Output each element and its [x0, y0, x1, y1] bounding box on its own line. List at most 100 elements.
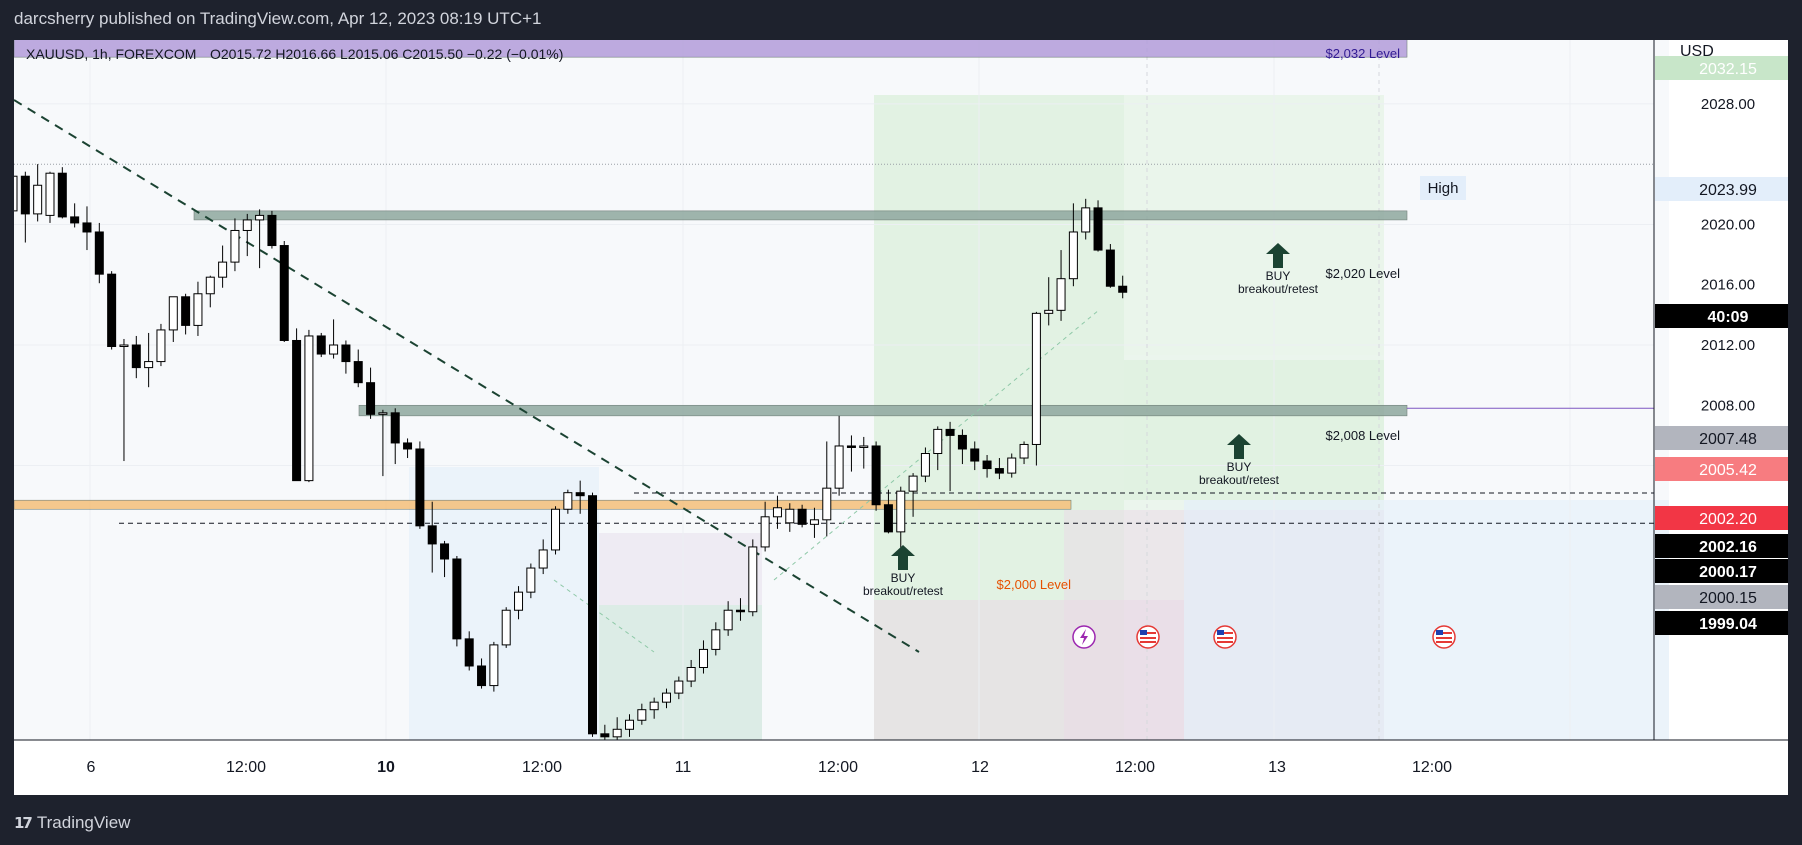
price-badge-text: 2007.48: [1699, 431, 1757, 448]
price-badge-text: 2002.20: [1699, 511, 1757, 528]
candle-body: [119, 344, 129, 348]
candle-body: [1031, 312, 1041, 445]
candle-body: [698, 648, 708, 668]
candle-body: [14, 175, 18, 212]
lightning-event-icon[interactable]: [1072, 625, 1096, 649]
candle-body: [1081, 207, 1091, 233]
candle-body: [649, 701, 659, 711]
candle-body: [822, 487, 832, 521]
candle-body: [834, 445, 844, 489]
candle-body: [156, 329, 166, 363]
price-badge: 2032.15: [1655, 56, 1788, 80]
price-badge: 2002.20: [1655, 506, 1788, 530]
time-tick-label: 12:00: [1412, 759, 1452, 776]
buy-sublabel: breakout/retest: [1238, 282, 1319, 296]
candle-body: [20, 175, 30, 215]
candle-body: [723, 609, 733, 631]
candle-body: [994, 468, 1004, 474]
candle-body: [1044, 309, 1054, 314]
candle-body: [859, 445, 869, 448]
price-badge-text: 40:09: [1708, 309, 1749, 326]
candle-body: [168, 296, 178, 331]
candle-body: [94, 231, 104, 275]
candle-body: [1019, 443, 1029, 459]
candle: [57, 167, 67, 219]
price-badge: 2005.42: [1655, 457, 1788, 481]
candle-body: [760, 516, 770, 548]
candle-body: [57, 172, 67, 218]
candle-body: [279, 245, 289, 341]
candle-body: [230, 229, 240, 263]
candle-body: [661, 692, 671, 703]
candle-body: [144, 361, 154, 369]
price-badge-text: 2023.99: [1699, 182, 1757, 199]
candle-body: [748, 546, 758, 613]
candle-body: [181, 296, 191, 326]
chart-svg[interactable]: XAUUSD, 1h, FOREXCOM O2015.72 H2016.66 L…: [14, 40, 1788, 795]
candle-body: [871, 445, 881, 506]
range-box-blue-2: [1184, 500, 1669, 740]
candle-body: [600, 733, 610, 738]
candle-body: [637, 709, 647, 721]
price-tick-label: 2012.00: [1701, 337, 1755, 354]
candle-body: [625, 719, 634, 730]
candle-body: [82, 222, 92, 233]
price-badge-text: 2000.17: [1699, 564, 1757, 581]
zone-2020: [193, 210, 1408, 221]
candle: [1093, 200, 1103, 252]
level-2000-label: $2,000 Level: [997, 577, 1072, 592]
price-badge-text: 2002.16: [1699, 539, 1757, 556]
time-tick-label: 12:00: [818, 759, 858, 776]
candle-body: [403, 442, 413, 450]
candle-body: [1118, 285, 1128, 293]
us-flag-event-icon[interactable]: [1432, 625, 1456, 649]
range-box-green-4: [1124, 95, 1384, 355]
candle-body: [538, 549, 548, 569]
candle: [748, 539, 758, 617]
legend-ohlc: O2015.72 H2016.66 L2015.06 C2015.50 −0.2…: [210, 46, 563, 62]
candle-body: [205, 276, 215, 295]
candle-body: [489, 644, 499, 687]
candle-body: [477, 665, 487, 687]
time-tick-label: 13: [1268, 759, 1286, 776]
footer: 17 TradingView: [14, 810, 130, 836]
candle-body: [292, 339, 302, 482]
candle: [316, 332, 326, 358]
candle: [304, 329, 314, 483]
candle-body: [329, 344, 339, 355]
candle-body: [933, 428, 943, 455]
chart-pane[interactable]: XAUUSD, 1h, FOREXCOM O2015.72 H2016.66 L…: [14, 40, 1788, 795]
candle-body: [970, 448, 980, 462]
candle-body: [920, 453, 930, 477]
legend-symbol: XAUUSD, 1h, FOREXCOM: [26, 46, 196, 62]
candle-body: [316, 335, 326, 355]
candle: [267, 210, 277, 249]
candle: [415, 441, 425, 529]
candle-body: [957, 434, 967, 450]
us-flag-event-icon[interactable]: [1136, 625, 1160, 649]
range-box-green-1: [599, 605, 762, 740]
candle-body: [982, 460, 992, 470]
candle-body: [452, 558, 462, 640]
candle-body: [218, 261, 228, 278]
candle-body: [908, 475, 918, 492]
candle-body: [797, 508, 807, 525]
level-2020-label: $2,020 Level: [1326, 266, 1401, 281]
candle-body: [366, 382, 376, 415]
candle-body: [242, 219, 252, 231]
candle-body: [711, 629, 721, 650]
candle-body: [575, 492, 585, 497]
candle: [45, 171, 55, 223]
time-tick-label: 6: [87, 759, 96, 776]
candle-body: [70, 216, 80, 224]
candle-body: [1007, 457, 1017, 474]
us-flag-event-icon[interactable]: [1213, 625, 1237, 649]
candle-body: [883, 504, 893, 533]
price-badge: 2000.15: [1655, 585, 1788, 609]
zone-2000: [14, 499, 1072, 510]
candle-body: [341, 344, 351, 363]
time-tick-label: 10: [377, 759, 395, 776]
publisher-bar: darcsherry published on TradingView.com,…: [0, 0, 1802, 40]
candle-body: [501, 609, 511, 646]
candle-body: [735, 609, 745, 613]
